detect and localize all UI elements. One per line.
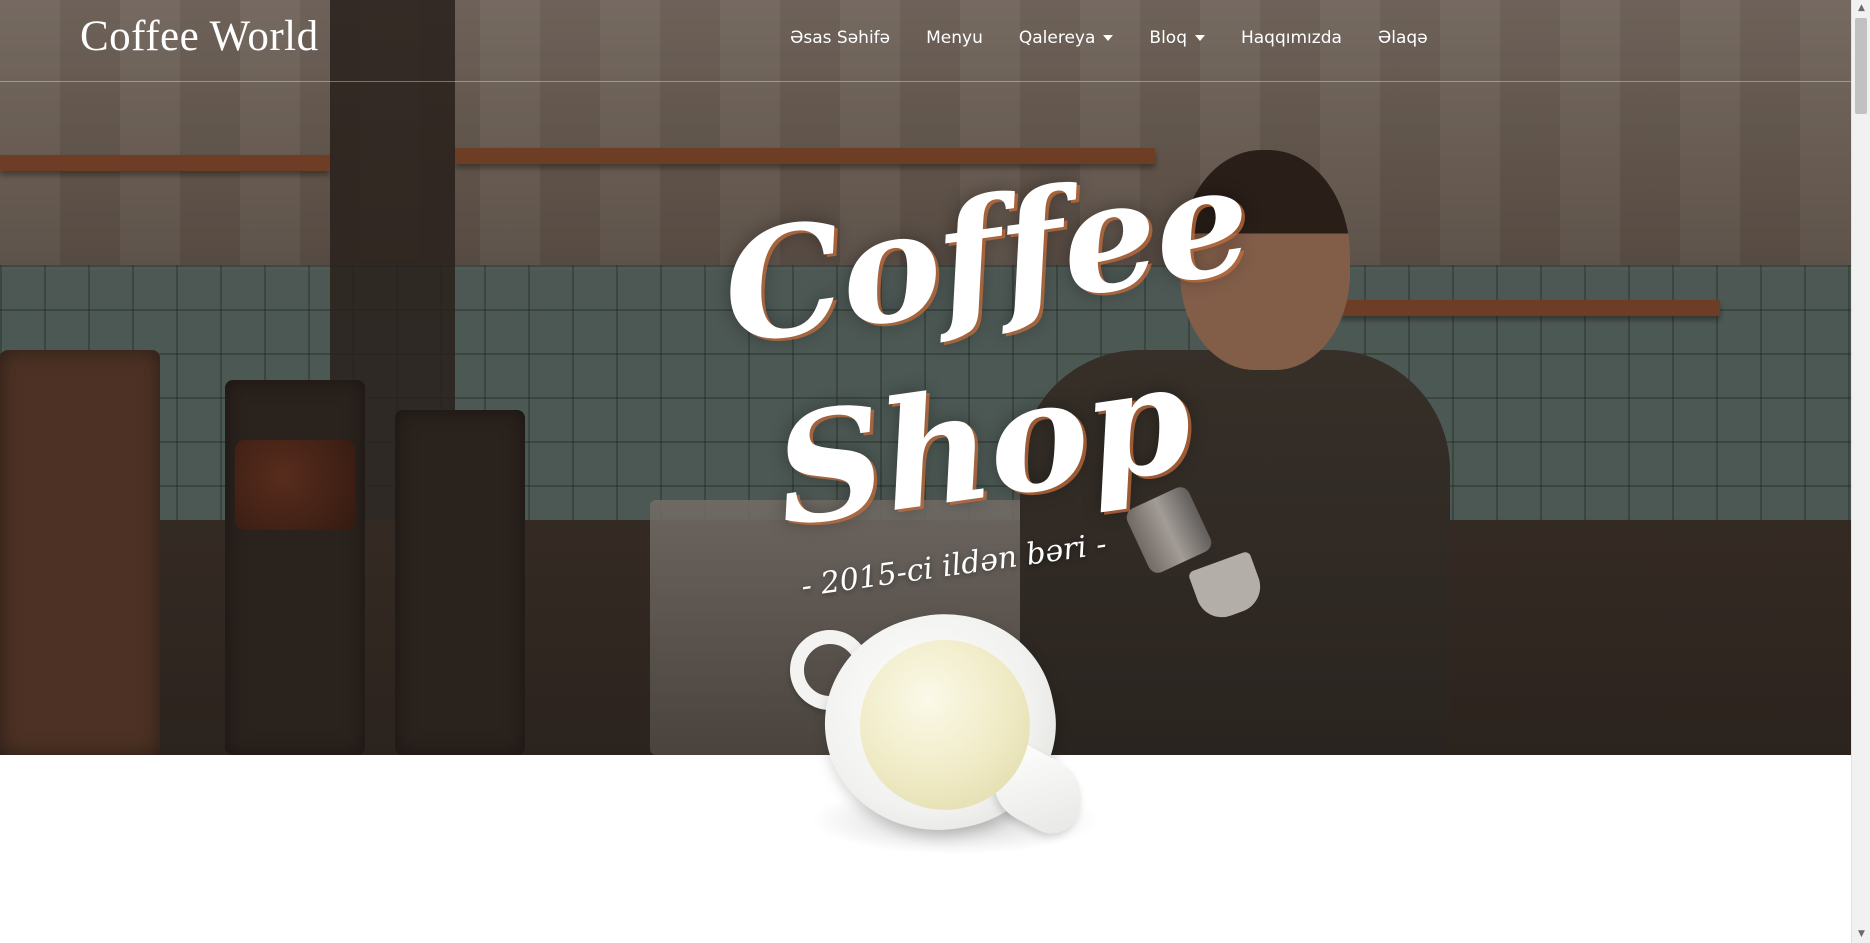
- milk-jug-image: [780, 593, 1100, 870]
- nav-item-label: Bloq: [1149, 28, 1187, 48]
- scrollbar-thumb[interactable]: [1855, 18, 1867, 114]
- nav-item-gallery-dropdown[interactable]: Qalereya: [1001, 28, 1132, 48]
- brand-logo-link[interactable]: Coffee World: [80, 12, 319, 61]
- nav-item-label: Əlaqə: [1377, 28, 1428, 48]
- nav-item-label: Əsas Səhifə: [790, 28, 891, 48]
- top-navbar: Coffee World Əsas Səhifə Menyu Qalereya …: [0, 0, 1851, 82]
- nav-item-contact[interactable]: Əlaqə: [1360, 28, 1446, 48]
- scroll-up-arrow-icon[interactable]: ▲: [1852, 0, 1870, 17]
- scroll-down-arrow-icon[interactable]: ▼: [1852, 926, 1870, 943]
- nav-item-label: Qalereya: [1018, 28, 1096, 48]
- nav-item-label: Menyu: [926, 28, 983, 48]
- jug-milk: [860, 640, 1030, 810]
- caret-down-icon: [1194, 35, 1205, 41]
- nav-menu: Əsas Səhifə Menyu Qalereya Bloq Haqqımız…: [772, 28, 1446, 48]
- nav-item-about[interactable]: Haqqımızda: [1223, 28, 1360, 48]
- nav-item-menu[interactable]: Menyu: [908, 28, 1001, 48]
- page-scrollbar[interactable]: ▲ ▼: [1851, 0, 1870, 943]
- caret-down-icon: [1103, 35, 1114, 41]
- nav-item-blog-dropdown[interactable]: Bloq: [1131, 28, 1223, 48]
- nav-item-home[interactable]: Əsas Səhifə: [772, 28, 908, 48]
- nav-item-label: Haqqımızda: [1240, 28, 1342, 48]
